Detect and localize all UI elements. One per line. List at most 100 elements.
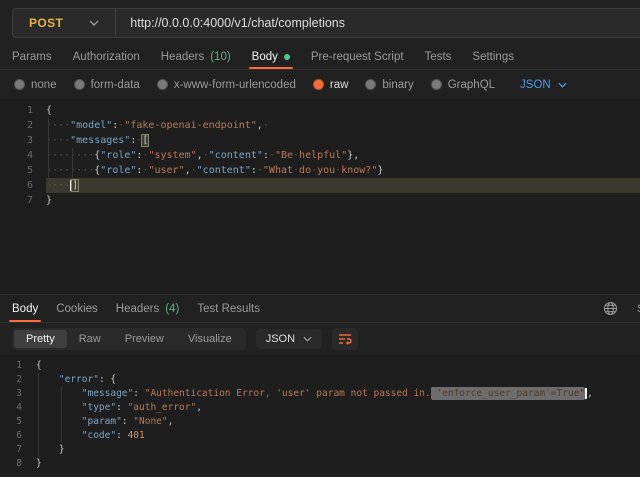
line-number: 6 (0, 178, 46, 193)
line-number: 5 (0, 415, 36, 429)
body-type-form-data[interactable]: form-data (74, 79, 140, 91)
body-type-x-www-form-urlencoded[interactable]: x-www-form-urlencoded (157, 79, 296, 91)
response-language-dropdown[interactable]: JSON (256, 329, 322, 349)
line-number: 4 (0, 148, 46, 163)
response-body-editor[interactable]: 1{2 "error": {3 "message": "Authenticati… (0, 355, 640, 477)
radio-label: raw (330, 79, 349, 91)
chevron-down-icon (303, 336, 312, 342)
tab-label: Headers (116, 303, 159, 315)
view-visualize[interactable]: Visualize (176, 330, 244, 348)
wrap-lines-button[interactable] (332, 328, 358, 350)
body-language-dropdown[interactable]: JSON (520, 79, 567, 91)
indent-guide (48, 178, 49, 193)
code-line: 4········{"role":·"system",·"content":·"… (0, 148, 640, 163)
tab-label: Body (12, 303, 38, 315)
indent-guide (38, 429, 39, 443)
body-modified-dot-icon (284, 54, 290, 60)
indent-guide (48, 118, 49, 133)
body-type-graphql[interactable]: GraphQL (431, 79, 495, 91)
radio-icon (14, 79, 25, 90)
tab-authorization[interactable]: Authorization (73, 44, 140, 69)
indent-guide (38, 373, 39, 387)
tab-pre-request-script[interactable]: Pre-request Script (311, 44, 404, 69)
body-type-raw[interactable]: raw (313, 79, 349, 91)
indent-guide (38, 401, 39, 415)
body-type-none[interactable]: none (14, 79, 57, 91)
tab-label: Authorization (73, 51, 140, 63)
code-line: 8} (0, 457, 640, 471)
indent-guide (48, 133, 49, 148)
indent-guide (48, 163, 49, 178)
tab-label: Params (12, 51, 52, 63)
tab-label: Body (252, 51, 278, 63)
response-language-label: JSON (266, 333, 295, 345)
line-number: 3 (0, 387, 36, 401)
code-line: 7 } (0, 443, 640, 457)
response-tabs: Body Cookies Headers (4) Test Results (0, 295, 640, 322)
request-url-bar: POST http://0.0.0.0:4000/v1/chat/complet… (12, 8, 640, 38)
code-line: 7} (0, 193, 640, 208)
radio-label: binary (382, 79, 413, 91)
line-number: 4 (0, 401, 36, 415)
response-tab-headers[interactable]: Headers (4) (116, 295, 180, 322)
line-number: 2 (0, 373, 36, 387)
body-type-binary[interactable]: binary (365, 79, 413, 91)
line-number: 6 (0, 429, 36, 443)
tab-headers[interactable]: Headers(10) (161, 44, 231, 69)
radio-label: GraphQL (448, 79, 495, 91)
tab-label: Settings (472, 51, 514, 63)
radio-icon (431, 79, 442, 90)
wrap-lines-icon (338, 333, 352, 345)
tab-tests[interactable]: Tests (425, 44, 452, 69)
indent-guide (61, 429, 62, 443)
code-line: 3 "message": "Authentication Error, 'use… (0, 387, 640, 401)
indent-guide (72, 163, 73, 178)
view-switcher: PrettyRawPreviewVisualize (12, 328, 246, 350)
line-number: 1 (0, 359, 36, 373)
indent-guide (38, 443, 39, 457)
code-line: 1{ (0, 359, 640, 373)
code-line: 6 "code": 401 (0, 429, 640, 443)
line-number: 7 (0, 193, 46, 208)
tab-settings[interactable]: Settings (472, 44, 514, 69)
indent-guide (48, 148, 49, 163)
line-number: 5 (0, 163, 46, 178)
tab-params[interactable]: Params (12, 44, 52, 69)
response-tab-cookies[interactable]: Cookies (56, 295, 98, 322)
line-number: 1 (0, 103, 46, 118)
line-number: 3 (0, 133, 46, 148)
response-tab-test-results[interactable]: Test Results (197, 295, 260, 322)
indent-guide (61, 401, 62, 415)
tab-label: Cookies (56, 303, 98, 315)
view-raw[interactable]: Raw (67, 330, 113, 348)
body-type-bar: none form-data x-www-form-urlencoded raw bin… (0, 70, 640, 99)
tab-count-badge: (4) (165, 303, 179, 315)
view-preview[interactable]: Preview (113, 330, 176, 348)
tab-label: Test Results (197, 303, 260, 315)
globe-icon[interactable] (603, 301, 618, 321)
request-body-editor[interactable]: 1{2····"model":·"fake-openai-endpoint",·… (0, 99, 640, 294)
line-number: 8 (0, 457, 36, 471)
line-number: 7 (0, 443, 36, 457)
tab-body[interactable]: Body (252, 44, 290, 69)
response-tab-body[interactable]: Body (12, 295, 38, 322)
radio-label: none (31, 79, 57, 91)
code-line: 2····"model":·"fake-openai-endpoint",· (0, 118, 640, 133)
radio-label: form-data (91, 79, 140, 91)
view-pretty[interactable]: Pretty (14, 330, 67, 348)
code-line: 3····"messages":·[ (0, 133, 640, 148)
method-selector[interactable]: POST (13, 16, 115, 30)
indent-guide (72, 148, 73, 163)
request-url-row: POST http://0.0.0.0:4000/v1/chat/complet… (0, 0, 640, 44)
code-line: 2 "error": { (0, 373, 640, 387)
tab-label: Tests (425, 51, 452, 63)
code-line: 5 "param": "None", (0, 415, 640, 429)
body-language-label: JSON (520, 79, 551, 91)
tab-label: Headers (161, 51, 204, 63)
indent-guide (61, 387, 62, 401)
url-input[interactable]: http://0.0.0.0:4000/v1/chat/completions (116, 16, 345, 30)
radio-icon (313, 79, 324, 90)
radio-icon (74, 79, 85, 90)
indent-guide (38, 387, 39, 401)
code-line: 4 "type": "auth_error", (0, 401, 640, 415)
